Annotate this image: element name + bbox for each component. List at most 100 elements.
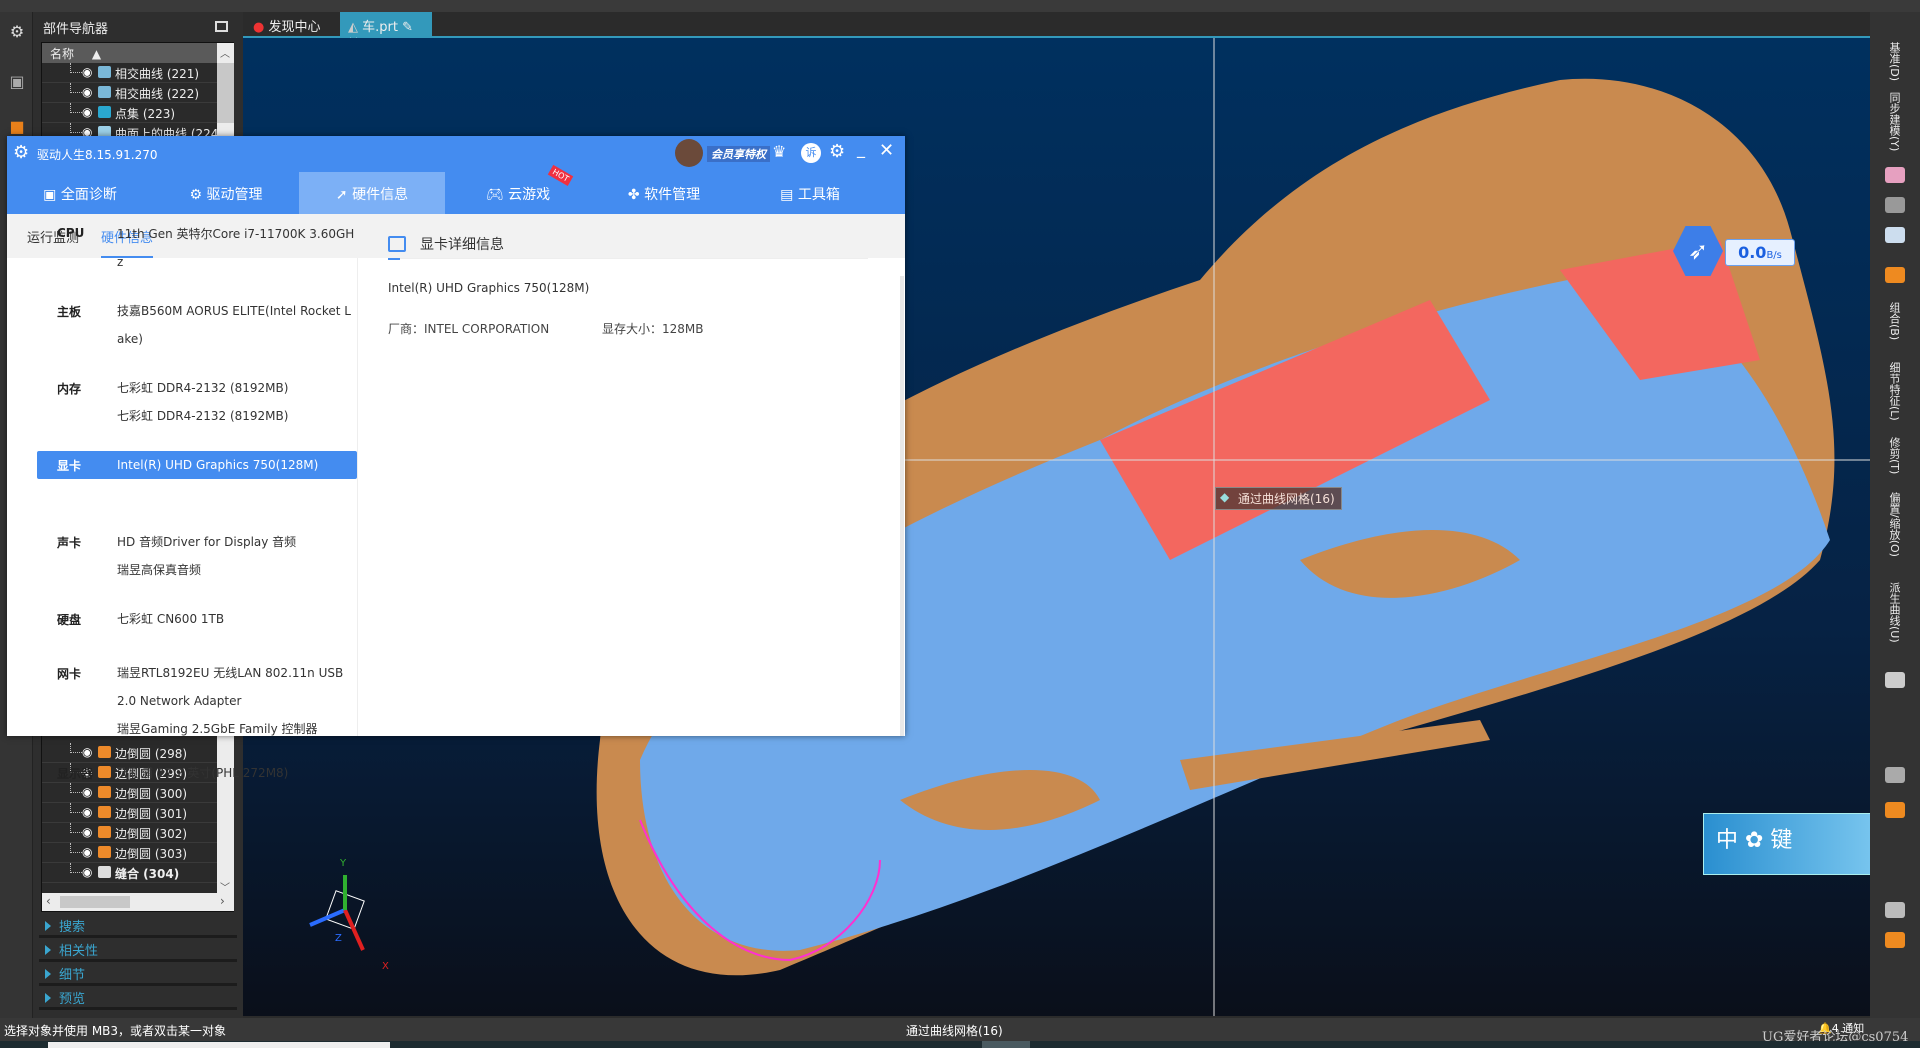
feedback-icon[interactable]: 诉: [801, 143, 821, 163]
toolbar-sync-modeling[interactable]: 同步建模(Y): [1886, 92, 1902, 151]
section-preview[interactable]: 预览: [39, 988, 237, 1010]
hw-value[interactable]: 飞利浦 27.2 英寸(PHL 272M8): [117, 759, 357, 787]
box-tool-icon[interactable]: [1885, 672, 1905, 688]
minimize-icon[interactable]: _: [857, 139, 865, 158]
hw-value[interactable]: HD 音频Driver for Display 音频 瑞昱高保真音频: [117, 528, 357, 584]
nav-software-management[interactable]: ✤ 软件管理: [591, 172, 737, 214]
nav-full-diagnosis[interactable]: ▣ 全面诊断: [7, 172, 153, 214]
visibility-eye-icon[interactable]: ◉: [82, 745, 92, 759]
hw-value[interactable]: 瑞昱RTL8192EU 无线LAN 802.11n USB 2.0 Networ…: [117, 659, 357, 743]
column-header-name[interactable]: 名称 ▲: [42, 43, 217, 63]
hw-value[interactable]: 七彩虹 CN600 1TB: [117, 605, 357, 633]
toolbar-datum[interactable]: 基准(D): [1886, 42, 1902, 81]
nav-toolbox[interactable]: ▤ 工具箱: [737, 172, 883, 214]
edge-blend-icon: [98, 846, 111, 858]
view-tool-icon[interactable]: [1885, 902, 1905, 918]
tree-connector: [70, 843, 82, 853]
tree-node[interactable]: ◉ 边倒圆 (301): [42, 803, 217, 823]
section-dependencies[interactable]: 相关性: [39, 940, 237, 962]
visibility-eye-icon[interactable]: ◉: [82, 105, 92, 119]
visibility-eye-icon[interactable]: ◉: [82, 805, 92, 819]
tree-node-label: 边倒圆 (301): [115, 807, 188, 821]
render-tool-icon[interactable]: [1885, 932, 1905, 948]
hw-value[interactable]: Intel(R) UHD Graphics 750(128M): [117, 451, 357, 479]
nav-label: 全面诊断: [60, 187, 117, 203]
hw-label: CPU: [57, 226, 85, 240]
surface-tool-icon[interactable]: [1885, 167, 1905, 183]
scrollbar[interactable]: [900, 276, 904, 736]
tree-node[interactable]: ◉ 相交曲线 (221): [42, 63, 217, 83]
nav-cloud-gaming[interactable]: 🎮︎ 云游戏 HOT: [445, 164, 591, 214]
hw-value-line: 技嘉B560M AORUS ELITE(Intel Rocket Lake): [117, 304, 351, 346]
driver-titlebar[interactable]: ⚙ 驱动人生8.15.91.270 会员享特权 ♛ 诉 ⚙ _ ✕: [7, 136, 905, 172]
part-tool-icon[interactable]: [1885, 802, 1905, 818]
avatar[interactable]: [675, 139, 703, 167]
edge-blend-icon: [98, 806, 111, 818]
intersect-curve-icon: [98, 86, 111, 98]
visibility-eye-icon[interactable]: ◉: [82, 785, 92, 799]
apps-icon: ✤: [627, 187, 640, 203]
tree-node[interactable]: ◉ 边倒圆 (302): [42, 823, 217, 843]
taskbar-item[interactable]: [48, 1042, 390, 1048]
toolbar-offset-scale[interactable]: 偏置/缩放(O): [1886, 492, 1902, 557]
tree-node[interactable]: ◉ 点集 (223): [42, 103, 217, 123]
scroll-up-icon[interactable]: ︿: [220, 45, 230, 60]
selection-tooltip: ◆ 通过曲线网格(16): [1215, 487, 1342, 510]
tree-node[interactable]: ◉ 缝合 (304): [42, 863, 217, 883]
hw-value[interactable]: 七彩虹 DDR4-2132 (8192MB) 七彩虹 DDR4-2132 (819…: [117, 374, 357, 430]
member-privilege[interactable]: 会员享特权: [707, 146, 770, 162]
tab-car-prt[interactable]: ◭ 车.prt ✎ ✕: [340, 12, 432, 50]
intersect-curve-icon: [98, 66, 111, 78]
nav-driver-management[interactable]: ⚙ 驱动管理: [153, 172, 299, 214]
tree-node[interactable]: ◉ 边倒圆 (303): [42, 843, 217, 863]
assembly-navigator-icon[interactable]: ▣: [7, 72, 27, 92]
tab-discovery-center[interactable]: ● 发现中心: [245, 12, 335, 36]
tree-connector: [70, 123, 82, 133]
settings-icon[interactable]: ⚙: [7, 22, 27, 42]
visibility-eye-icon[interactable]: ◉: [82, 65, 92, 79]
hw-value[interactable]: 11th Gen 英特尔Core i7-11700K 3.60GHz: [117, 220, 357, 276]
hide-icon[interactable]: [1885, 767, 1905, 783]
part-navigator-icon[interactable]: ■: [7, 117, 27, 137]
crown-icon[interactable]: ♛: [772, 142, 786, 161]
hw-value-line: 飞利浦 27.2 英寸(PHL 272M8): [117, 766, 289, 780]
tree-connector: [70, 103, 82, 113]
scroll-left-icon[interactable]: ‹: [46, 894, 51, 908]
visibility-eye-icon[interactable]: ◉: [82, 865, 92, 879]
scroll-thumb[interactable]: [217, 63, 234, 123]
visibility-eye-icon[interactable]: ◉: [82, 85, 92, 99]
tree-node-label: 缝合 (304): [115, 867, 180, 881]
section-search[interactable]: 搜索: [39, 916, 237, 938]
hw-value[interactable]: 技嘉B560M AORUS ELITE(Intel Rocket Lake): [117, 297, 357, 353]
visibility-eye-icon[interactable]: ◉: [82, 845, 92, 859]
toolbar-detail-feature[interactable]: 细节特征(L): [1886, 362, 1902, 421]
scroll-right-icon[interactable]: ›: [220, 894, 225, 908]
horizontal-scrollbar[interactable]: ‹ ›: [42, 893, 234, 911]
nav-hardware-info[interactable]: ➚ 硬件信息: [299, 172, 445, 214]
settings-icon[interactable]: ⚙: [829, 141, 845, 162]
hscroll-thumb[interactable]: [60, 896, 130, 908]
maximize-icon[interactable]: [215, 21, 228, 32]
scroll-down-icon[interactable]: ﹀: [220, 879, 230, 894]
edge-blend-icon: [98, 826, 111, 838]
hw-label: 显卡: [57, 459, 82, 473]
discovery-icon: ●: [253, 20, 265, 35]
right-toolbar: 基准(D) 同步建模(Y) 组合(B) 细节特征(L) 修剪(T) 偏置/缩放(…: [1870, 12, 1920, 1018]
driver-main-nav: ▣ 全面诊断 ⚙ 驱动管理 ➚ 硬件信息 🎮︎ 云游戏 HOT ✤ 软件管理 ▤…: [7, 164, 905, 214]
taskbar-item[interactable]: [982, 1041, 1030, 1048]
visibility-eye-icon[interactable]: ◉: [82, 825, 92, 839]
toolbar-trim[interactable]: 修剪(T): [1886, 437, 1902, 474]
close-icon[interactable]: ✕: [879, 140, 894, 161]
edit-icon[interactable]: ✎: [402, 20, 413, 35]
sweep-tool-icon[interactable]: [1885, 197, 1905, 213]
speed-widget[interactable]: 0.0B/s: [1725, 239, 1795, 266]
desktop-widget[interactable]: 中 ✿ 键: [1703, 813, 1870, 875]
toolbar-derived-curve[interactable]: 派生曲线(U): [1886, 582, 1902, 643]
toolbar-combine[interactable]: 组合(B): [1886, 302, 1902, 340]
speed-unit: B/s: [1766, 250, 1782, 261]
section-details[interactable]: 细节: [39, 964, 237, 986]
edge-blend-icon: [98, 766, 111, 778]
tree-node[interactable]: ◉ 相交曲线 (222): [42, 83, 217, 103]
extrude-tool-icon[interactable]: [1885, 267, 1905, 283]
mesh-tool-icon[interactable]: [1885, 227, 1905, 243]
